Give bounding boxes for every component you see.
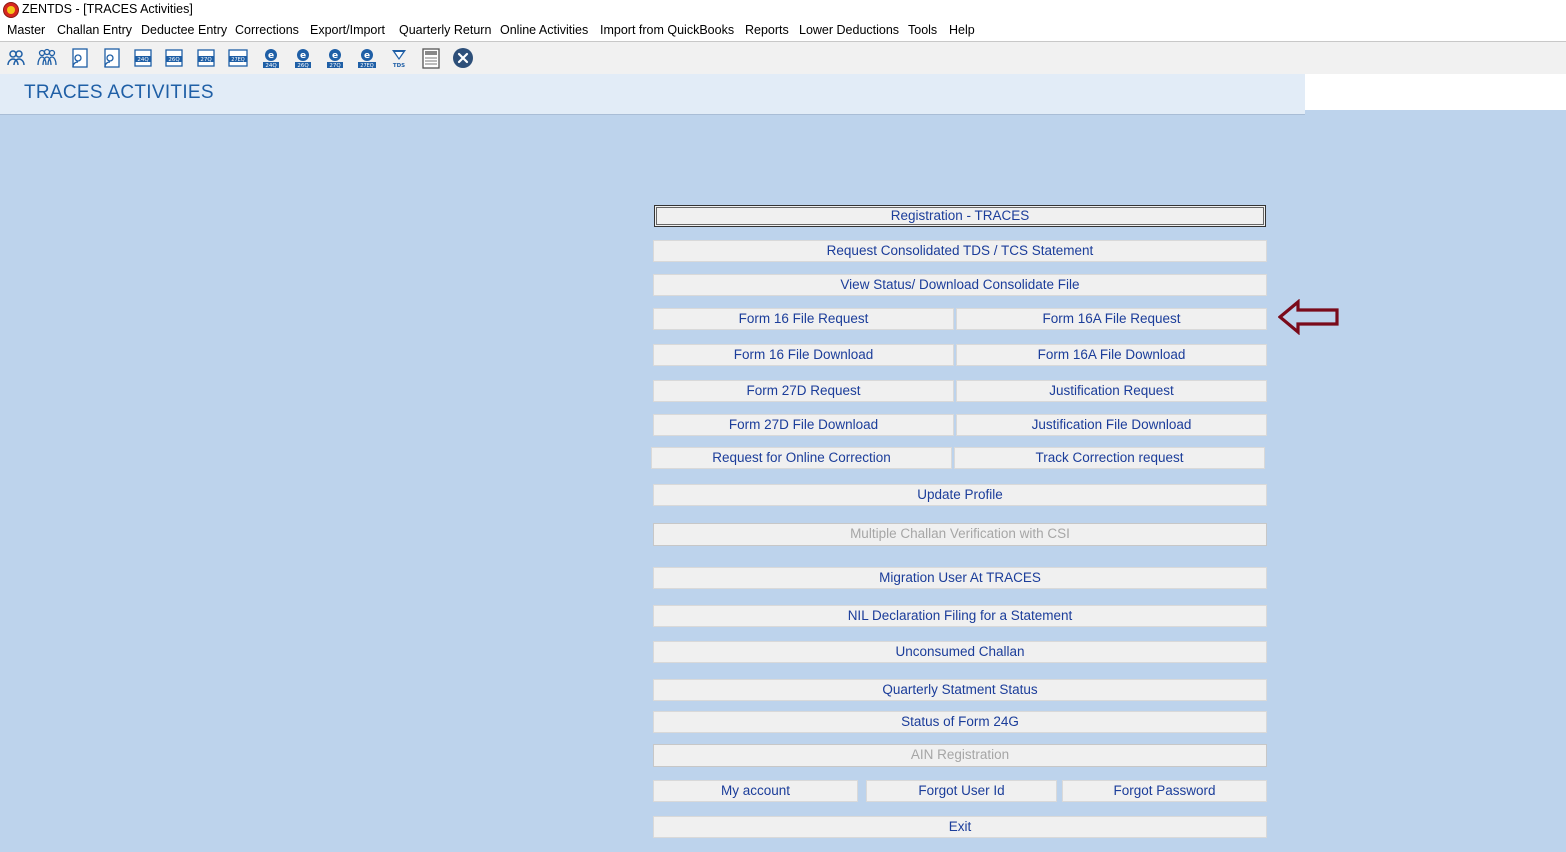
form-26q-icon[interactable]: 26Q (163, 47, 185, 69)
track-correction-button[interactable]: Track Correction request (954, 447, 1265, 469)
migration-user-button[interactable]: Migration User At TRACES (653, 567, 1267, 589)
page-title: TRACES ACTIVITIES (24, 82, 214, 103)
toolbar-label: 27Q (200, 57, 212, 63)
exit-button[interactable]: Exit (653, 816, 1267, 838)
quarterly-statement-status-button[interactable]: Quarterly Statment Status (653, 679, 1267, 701)
e-27q-icon[interactable]: e 27Q (324, 47, 346, 69)
menu-quarterly-return[interactable]: Quarterly Return (399, 23, 491, 37)
online-correction-button[interactable]: Request for Online Correction (651, 447, 952, 469)
deductee-icon[interactable] (36, 47, 58, 69)
form16a-file-download-button[interactable]: Form 16A File Download (956, 344, 1267, 366)
e-24q-icon[interactable]: e 24Q (260, 47, 282, 69)
registration-traces-button[interactable]: Registration - TRACES (654, 205, 1266, 227)
menu-master[interactable]: Master (7, 23, 45, 37)
menu-challan-entry[interactable]: Challan Entry (57, 23, 132, 37)
window-title: ZENTDS - [TRACES Activities] (22, 2, 193, 16)
multiple-challan-verification-button: Multiple Challan Verification with CSI (653, 523, 1267, 546)
toolbar-label: 24Q (265, 63, 277, 69)
toolbar-label: 24Q (137, 57, 149, 63)
menu-online-activities[interactable]: Online Activities (500, 23, 588, 37)
app-logo-icon (3, 2, 19, 18)
toolbar-label: TDS (393, 63, 405, 69)
svg-text:e: e (268, 51, 274, 61)
form-24q-icon[interactable]: 24Q (132, 47, 154, 69)
nil-declaration-button[interactable]: NIL Declaration Filing for a Statement (653, 605, 1267, 627)
update-profile-button[interactable]: Update Profile (653, 484, 1267, 506)
status-form24g-button[interactable]: Status of Form 24G (653, 711, 1267, 733)
toolbar-label: 26Q (297, 63, 309, 69)
menu-deductee-entry[interactable]: Deductee Entry (141, 23, 227, 37)
header-panel (1305, 74, 1566, 110)
e-27eq-icon[interactable]: e 27EQ (356, 47, 378, 69)
menu-help[interactable]: Help (949, 23, 975, 37)
toolbar-label: 26Q (168, 57, 180, 63)
toolbar-label: 27EQ (360, 63, 374, 69)
view-status-download-button[interactable]: View Status/ Download Consolidate File (653, 274, 1267, 296)
e-26q-icon[interactable]: e 26Q (292, 47, 314, 69)
toolbar: 24Q 26Q 27Q 27EQ e 24Q e 26Q e 27Q e 27EQ TD… (0, 42, 1566, 74)
toolbar-label: 27EQ (231, 57, 245, 63)
title-bar: ZENTDS - [TRACES Activities] (0, 0, 1566, 20)
form16-file-request-button[interactable]: Form 16 File Request (653, 308, 954, 330)
svg-text:e: e (300, 51, 306, 61)
svg-text:e: e (332, 51, 338, 61)
menu-lower-deductions[interactable]: Lower Deductions (799, 23, 899, 37)
menu-tools[interactable]: Tools (908, 23, 937, 37)
close-icon[interactable] (452, 47, 474, 69)
menu-import-quickbooks[interactable]: Import from QuickBooks (600, 23, 734, 37)
form-icon[interactable] (100, 47, 122, 69)
request-consolidated-button[interactable]: Request Consolidated TDS / TCS Statement (653, 240, 1267, 262)
svg-text:e: e (364, 51, 370, 61)
justification-file-download-button[interactable]: Justification File Download (956, 414, 1267, 436)
my-account-button[interactable]: My account (653, 780, 858, 802)
form27d-file-download-button[interactable]: Form 27D File Download (653, 414, 954, 436)
ain-registration-button: AIN Registration (653, 744, 1267, 767)
document-icon[interactable] (420, 47, 442, 69)
menu-reports[interactable]: Reports (745, 23, 789, 37)
toolbar-label: 27Q (329, 63, 341, 69)
forgot-password-button[interactable]: Forgot Password (1062, 780, 1267, 802)
deductor-icon[interactable] (5, 47, 27, 69)
form16-file-download-button[interactable]: Form 16 File Download (653, 344, 954, 366)
form-27q-icon[interactable]: 27Q (195, 47, 217, 69)
menu-export-import[interactable]: Export/Import (310, 23, 385, 37)
pointer-arrow-icon (1278, 299, 1339, 335)
form27d-request-button[interactable]: Form 27D Request (653, 380, 954, 402)
tds-icon[interactable]: TDS (388, 47, 410, 69)
form16a-file-request-button[interactable]: Form 16A File Request (956, 308, 1267, 330)
menu-bar: Master Challan Entry Deductee Entry Corr… (0, 20, 1566, 42)
unconsumed-challan-button[interactable]: Unconsumed Challan (653, 641, 1267, 663)
form-icon[interactable] (68, 47, 90, 69)
form-27eq-icon[interactable]: 27EQ (227, 47, 249, 69)
justification-request-button[interactable]: Justification Request (956, 380, 1267, 402)
menu-corrections[interactable]: Corrections (235, 23, 299, 37)
forgot-user-id-button[interactable]: Forgot User Id (866, 780, 1057, 802)
